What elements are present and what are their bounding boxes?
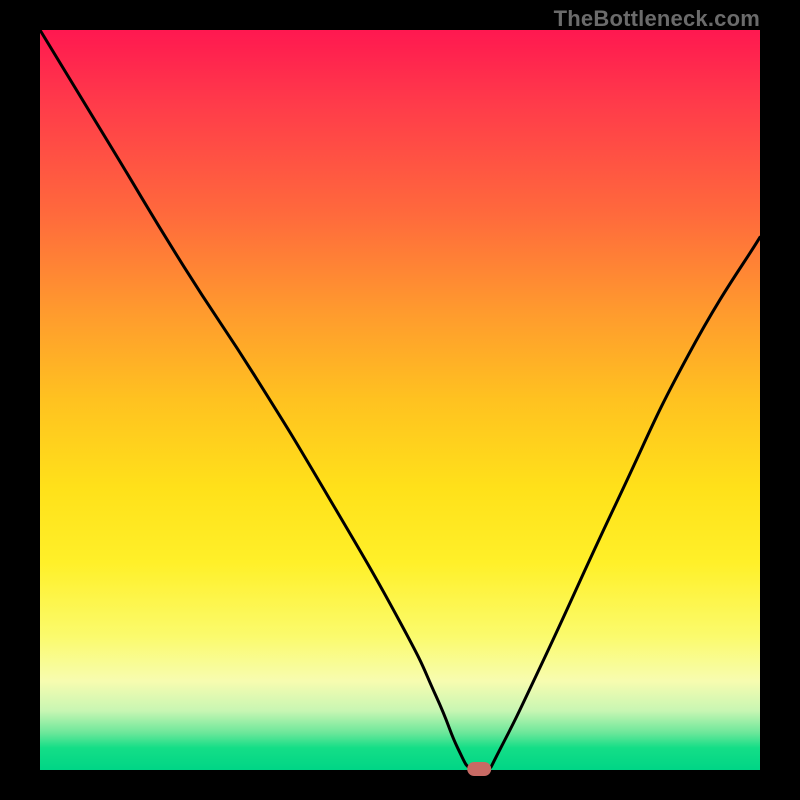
bottleneck-curve-svg (40, 30, 760, 770)
bottleneck-curve (40, 30, 760, 774)
plot-area (40, 30, 760, 770)
optimum-marker (467, 762, 491, 776)
chart-stage: TheBottleneck.com (0, 0, 800, 800)
watermark-text: TheBottleneck.com (554, 6, 760, 32)
